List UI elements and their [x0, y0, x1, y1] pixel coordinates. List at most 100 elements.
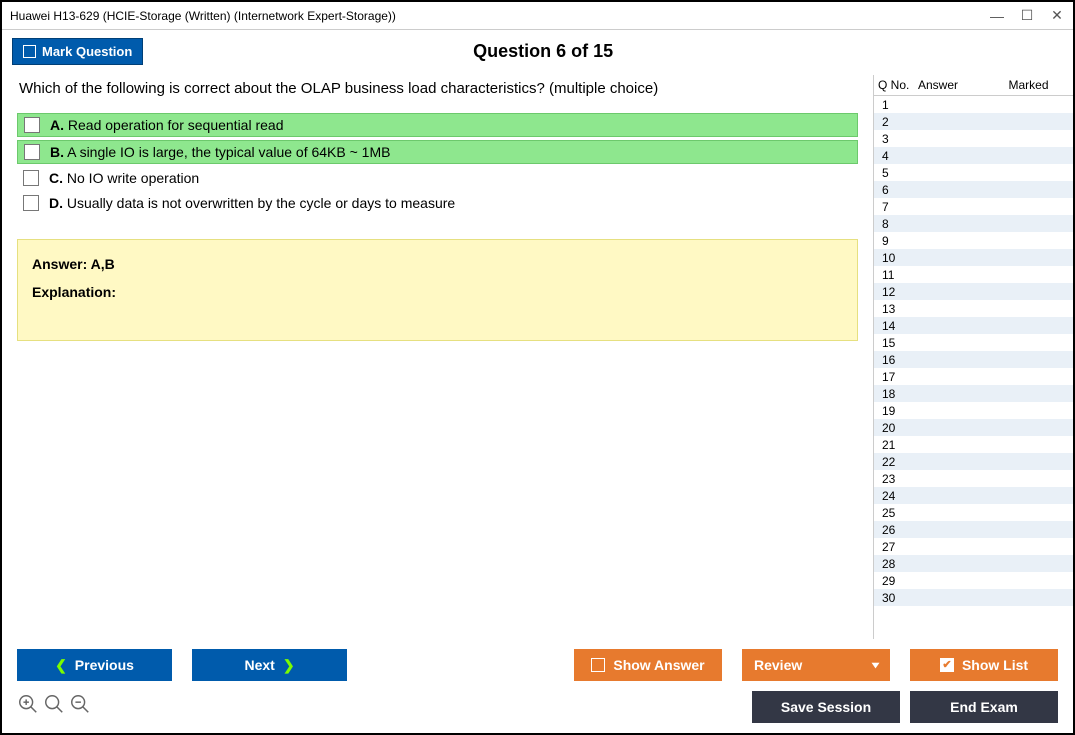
- option-checkbox[interactable]: [24, 117, 40, 133]
- chevron-down-icon: ▾: [872, 660, 879, 671]
- show-answer-checkbox-icon: [591, 658, 605, 672]
- question-number-cell: 26: [878, 523, 918, 537]
- question-list-row[interactable]: 24: [874, 487, 1073, 504]
- window-controls: — ☐ ✕: [989, 7, 1065, 24]
- question-list-row[interactable]: 20: [874, 419, 1073, 436]
- header-row: Mark Question Question 6 of 15: [2, 30, 1073, 75]
- question-list-row[interactable]: 15: [874, 334, 1073, 351]
- question-list-header: Q No. Answer Marked: [874, 75, 1073, 96]
- question-list-row[interactable]: 5: [874, 164, 1073, 181]
- explanation-label: Explanation:: [32, 284, 843, 300]
- option-label: B. A single IO is large, the typical val…: [50, 144, 390, 160]
- question-list-row[interactable]: 8: [874, 215, 1073, 232]
- option-row[interactable]: D. Usually data is not overwritten by th…: [17, 192, 858, 214]
- question-list-row[interactable]: 1: [874, 96, 1073, 113]
- zoom-controls: [17, 693, 91, 721]
- mark-question-button[interactable]: Mark Question: [12, 38, 143, 65]
- footer-row-1: ❮ Previous Next ❯ Show Answer Review ▾ ✔…: [17, 649, 1058, 681]
- maximize-icon[interactable]: ☐: [1019, 7, 1035, 24]
- footer: ❮ Previous Next ❯ Show Answer Review ▾ ✔…: [2, 639, 1073, 733]
- question-number-cell: 28: [878, 557, 918, 571]
- question-list-row[interactable]: 6: [874, 181, 1073, 198]
- question-list-row[interactable]: 21: [874, 436, 1073, 453]
- question-number-cell: 24: [878, 489, 918, 503]
- next-label: Next: [244, 657, 274, 673]
- question-list-row[interactable]: 14: [874, 317, 1073, 334]
- previous-button[interactable]: ❮ Previous: [17, 649, 172, 681]
- show-answer-button[interactable]: Show Answer: [574, 649, 722, 681]
- footer-row-2: Save Session End Exam: [17, 691, 1058, 723]
- question-list-row[interactable]: 25: [874, 504, 1073, 521]
- question-number-cell: 6: [878, 183, 918, 197]
- question-number-cell: 19: [878, 404, 918, 418]
- question-list-row[interactable]: 2: [874, 113, 1073, 130]
- question-number-cell: 1: [878, 98, 918, 112]
- question-number-cell: 12: [878, 285, 918, 299]
- col-qno: Q No.: [878, 78, 918, 92]
- minimize-icon[interactable]: —: [989, 8, 1005, 24]
- zoom-reset-icon[interactable]: [43, 693, 65, 721]
- close-icon[interactable]: ✕: [1049, 7, 1065, 24]
- question-number-cell: 23: [878, 472, 918, 486]
- option-checkbox[interactable]: [23, 195, 39, 211]
- question-list-row[interactable]: 11: [874, 266, 1073, 283]
- option-checkbox[interactable]: [23, 170, 39, 186]
- question-list-row[interactable]: 13: [874, 300, 1073, 317]
- question-number-cell: 20: [878, 421, 918, 435]
- question-number-cell: 13: [878, 302, 918, 316]
- question-number-cell: 27: [878, 540, 918, 554]
- question-counter: Question 6 of 15: [143, 41, 1063, 62]
- question-number-cell: 22: [878, 455, 918, 469]
- previous-label: Previous: [75, 657, 134, 673]
- col-marked: Marked: [988, 78, 1069, 92]
- question-list-panel: Q No. Answer Marked 12345678910111213141…: [873, 75, 1073, 639]
- question-list-row[interactable]: 16: [874, 351, 1073, 368]
- question-list-row[interactable]: 18: [874, 385, 1073, 402]
- question-list-row[interactable]: 22: [874, 453, 1073, 470]
- question-number-cell: 4: [878, 149, 918, 163]
- question-number-cell: 5: [878, 166, 918, 180]
- question-list-body[interactable]: 1234567891011121314151617181920212223242…: [874, 96, 1073, 639]
- question-number-cell: 10: [878, 251, 918, 265]
- option-checkbox[interactable]: [24, 144, 40, 160]
- option-row[interactable]: C. No IO write operation: [17, 167, 858, 189]
- question-list-row[interactable]: 27: [874, 538, 1073, 555]
- question-list-row[interactable]: 19: [874, 402, 1073, 419]
- save-session-button[interactable]: Save Session: [752, 691, 900, 723]
- end-exam-button[interactable]: End Exam: [910, 691, 1058, 723]
- col-answer: Answer: [918, 78, 988, 92]
- option-label: C. No IO write operation: [49, 170, 199, 186]
- review-label: Review: [754, 657, 802, 673]
- question-list-row[interactable]: 3: [874, 130, 1073, 147]
- chevron-right-icon: ❯: [283, 657, 295, 674]
- show-list-button[interactable]: ✔ Show List: [910, 649, 1058, 681]
- zoom-out-icon[interactable]: [69, 693, 91, 721]
- question-list-row[interactable]: 12: [874, 283, 1073, 300]
- option-label: D. Usually data is not overwritten by th…: [49, 195, 455, 211]
- review-button[interactable]: Review ▾: [742, 649, 890, 681]
- question-number-cell: 15: [878, 336, 918, 350]
- question-number-cell: 8: [878, 217, 918, 231]
- question-list-row[interactable]: 17: [874, 368, 1073, 385]
- question-number-cell: 9: [878, 234, 918, 248]
- question-number-cell: 29: [878, 574, 918, 588]
- titlebar: Huawei H13-629 (HCIE-Storage (Written) (…: [2, 2, 1073, 30]
- question-number-cell: 25: [878, 506, 918, 520]
- question-list-row[interactable]: 10: [874, 249, 1073, 266]
- main-pane: Which of the following is correct about …: [2, 75, 873, 639]
- option-row[interactable]: B. A single IO is large, the typical val…: [17, 140, 858, 164]
- question-list-row[interactable]: 4: [874, 147, 1073, 164]
- question-list-row[interactable]: 28: [874, 555, 1073, 572]
- option-row[interactable]: A. Read operation for sequential read: [17, 113, 858, 137]
- question-list-row[interactable]: 23: [874, 470, 1073, 487]
- options-list: A. Read operation for sequential read B. …: [17, 113, 858, 214]
- question-list-row[interactable]: 30: [874, 589, 1073, 606]
- show-answer-label: Show Answer: [613, 657, 704, 673]
- question-list-row[interactable]: 7: [874, 198, 1073, 215]
- question-list-row[interactable]: 9: [874, 232, 1073, 249]
- body: Which of the following is correct about …: [2, 75, 1073, 639]
- zoom-in-icon[interactable]: [17, 693, 39, 721]
- question-list-row[interactable]: 26: [874, 521, 1073, 538]
- question-list-row[interactable]: 29: [874, 572, 1073, 589]
- next-button[interactable]: Next ❯: [192, 649, 347, 681]
